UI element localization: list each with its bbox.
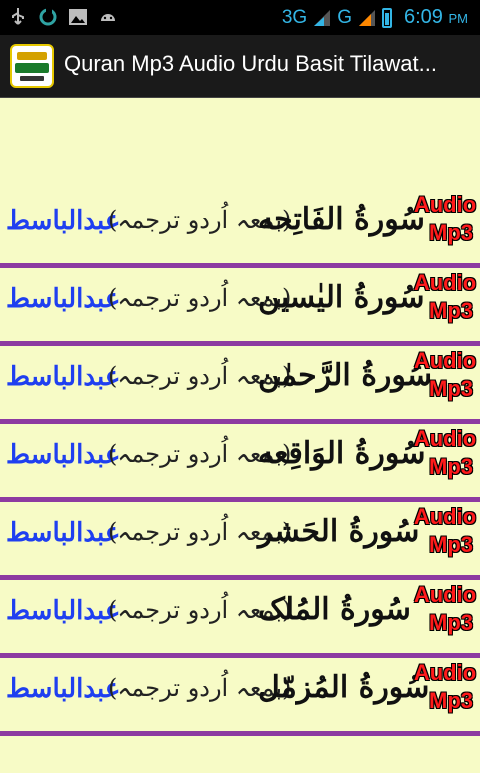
badge-mp3-label: Mp3 [429, 220, 473, 245]
reciter-name: عبدالباسط [6, 440, 121, 470]
signal-icon [359, 9, 375, 26]
app-title: Quran Mp3 Audio Urdu Basit Tilawat... [64, 51, 437, 76]
surah-title: سُورةُ الفَاتِحه [258, 202, 425, 237]
badge-audio-label: Audio [413, 270, 477, 295]
reciter-name: عبدالباسط [6, 206, 121, 236]
image-icon [68, 7, 88, 27]
list-item[interactable]: عبدالباسط (بمعہ اُردو ترجمہ) سُورةُ الفَات… [0, 190, 480, 268]
badge-mp3-label: Mp3 [429, 688, 473, 713]
badge-mp3-label: Mp3 [429, 454, 473, 479]
surah-title: سُورةُ المُلک [258, 592, 411, 627]
signal-icon [314, 9, 331, 26]
reciter-name: عبدالباسط [6, 518, 121, 548]
clock-ampm: PM [448, 11, 469, 26]
list-item[interactable]: عبدالباسط (بمعہ اُردو ترجمہ) سُورةُ المُزم… [0, 658, 480, 736]
badge-mp3-label: Mp3 [429, 376, 473, 401]
network-3g-label: 3G [281, 6, 308, 28]
reciter-name: عبدالباسط [6, 362, 121, 392]
badge-audio-label: Audio [413, 426, 477, 451]
list-item[interactable]: عبدالباسط (بمعہ اُردو ترجمہ) سُورةُ الیٰسی… [0, 268, 480, 346]
audio-mp3-badge: Audio Mp3 [412, 584, 478, 634]
status-bar: 3G G 6:09 PM [0, 0, 480, 35]
app-logo-icon[interactable] [10, 44, 54, 88]
reciter-name: عبدالباسط [6, 674, 121, 704]
status-right: 3G G 6:09 PM [282, 6, 468, 29]
clock: 6:09 PM [404, 6, 468, 29]
list-item[interactable]: عبدالباسط (بمعہ اُردو ترجمہ) سُورةُ الوَاق… [0, 424, 480, 502]
list-item[interactable]: عبدالباسط (بمعہ اُردو ترجمہ) سُورةُ المُلک… [0, 580, 480, 658]
badge-mp3-label: Mp3 [429, 610, 473, 635]
audio-mp3-badge: Audio Mp3 [412, 272, 478, 322]
badge-audio-label: Audio [413, 192, 477, 217]
list-item[interactable]: عبدالباسط (بمعہ اُردو ترجمہ) سُورةُ الرَّح… [0, 346, 480, 424]
action-bar: Quran Mp3 Audio Urdu Basit Tilawat... [0, 35, 480, 98]
surah-list: عبدالباسط (بمعہ اُردو ترجمہ) سُورةُ الفَات… [0, 190, 480, 736]
surah-title: سُورةُ الوَاقِعه [258, 436, 426, 471]
badge-audio-label: Audio [413, 582, 477, 607]
network-g-label: G [337, 6, 352, 28]
audio-mp3-badge: Audio Mp3 [412, 662, 478, 712]
android-icon [98, 7, 118, 27]
surah-title: سُورةُ الحَشر [258, 514, 420, 549]
notification-icons [8, 7, 118, 27]
badge-audio-label: Audio [413, 348, 477, 373]
sync-icon [38, 7, 58, 27]
badge-mp3-label: Mp3 [429, 298, 473, 323]
badge-mp3-label: Mp3 [429, 532, 473, 557]
row-divider [0, 731, 480, 736]
surah-title: سُورةُ الرَّحمٰن [258, 358, 433, 393]
audio-mp3-badge: Audio Mp3 [412, 506, 478, 556]
list-item[interactable]: عبدالباسط (بمعہ اُردو ترجمہ) سُورةُ الحَشر… [0, 502, 480, 580]
badge-audio-label: Audio [413, 504, 477, 529]
reciter-name: عبدالباسط [6, 284, 121, 314]
usb-icon [8, 7, 28, 27]
battery-icon [382, 7, 392, 28]
badge-audio-label: Audio [413, 660, 477, 685]
surah-title: سُورةُ المُزمّل [258, 670, 430, 705]
audio-mp3-badge: Audio Mp3 [412, 350, 478, 400]
clock-time: 6:09 [404, 6, 443, 28]
surah-title: سُورةُ الیٰسین [258, 280, 425, 315]
reciter-name: عبدالباسط [6, 596, 121, 626]
audio-mp3-badge: Audio Mp3 [412, 428, 478, 478]
audio-mp3-badge: Audio Mp3 [412, 194, 478, 244]
